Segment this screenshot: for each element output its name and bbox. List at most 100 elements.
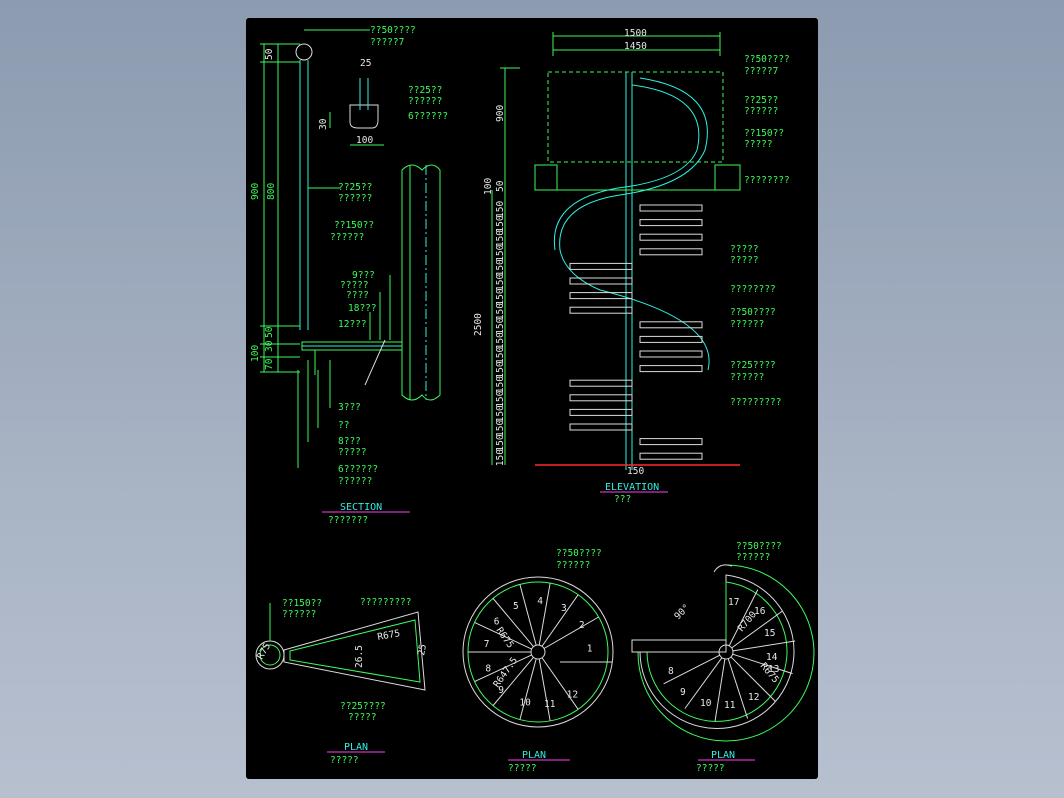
plan-tread-callout: ??150?? xyxy=(282,598,322,609)
plan-landing-step-number: 17 xyxy=(728,597,739,608)
elevation-callout: ???????? xyxy=(744,175,790,186)
section-callout: 8??? xyxy=(338,436,361,447)
stair-tread xyxy=(569,423,633,431)
section-callout: ??150?? xyxy=(334,220,374,231)
tread-line xyxy=(732,640,796,652)
section-callout: ???? xyxy=(346,290,369,301)
section-dimension: 30 xyxy=(264,340,275,352)
elevation-rise-label: 150 xyxy=(495,420,506,437)
stair-tread xyxy=(569,306,633,314)
stair-tread xyxy=(639,204,703,212)
elevation-rise-label: 150 xyxy=(495,230,506,247)
plan-circle-step-number: 4 xyxy=(537,596,543,607)
elevation-callout: ????? xyxy=(744,139,773,150)
section-dimension: 100 xyxy=(250,345,261,362)
tread-line xyxy=(538,582,551,646)
elevation-rise-label: 150 xyxy=(495,244,506,261)
elevation-top-dim: 1450 xyxy=(624,41,647,52)
section-dimension: 900 xyxy=(250,183,261,200)
section-callout: 3??? xyxy=(338,402,361,413)
elevation-callout: ????? xyxy=(730,244,759,255)
plan-circle-step-number: 2 xyxy=(579,620,585,631)
elevation-callout: ???????? xyxy=(730,284,776,295)
plan-circle-step-number: 11 xyxy=(544,699,556,710)
elevation-rise-label: 150 xyxy=(495,303,506,320)
elevation-callout: ??150?? xyxy=(744,128,784,139)
plan-tread-callout: ????? xyxy=(348,712,377,723)
section-dimension: 100 xyxy=(356,135,373,146)
plan-tread-dim: 25 xyxy=(416,643,429,656)
section-dimension: 25 xyxy=(360,58,371,69)
elevation-title: ELEVATION xyxy=(605,482,659,493)
section-callout: ??25?? xyxy=(338,182,372,193)
section-dimension: 800 xyxy=(266,183,277,200)
section-callout: ?????? xyxy=(338,193,372,204)
elevation-rise-label: 150 xyxy=(495,347,506,364)
cad-drawing: ??50?????????7??25????????6????????25???… xyxy=(250,25,815,774)
elevation-left-dim: 50 xyxy=(495,180,506,192)
elevation-callout: ??25???? xyxy=(730,360,776,371)
section-callout: ?????7 xyxy=(370,37,404,48)
section-subtitle: ??????? xyxy=(328,515,368,526)
tread-line xyxy=(519,584,537,646)
section-callout: 12??? xyxy=(338,319,367,330)
plan-landing-step-number: 12 xyxy=(748,692,759,703)
plan-tread-callout: ??25???? xyxy=(340,701,386,712)
section-callout: 6?????? xyxy=(338,464,378,475)
plan-circle-step-number: 10 xyxy=(519,698,531,709)
stair-tread xyxy=(639,452,703,460)
elevation-callout: ????????? xyxy=(730,397,781,408)
elevation-callout: ?????? xyxy=(744,106,778,117)
plan-circle-step-number: 5 xyxy=(513,601,519,612)
plan-landing-view xyxy=(631,564,815,761)
elevation-rise-label: 150 xyxy=(495,274,506,291)
plan-circle-radius: R675 xyxy=(494,625,516,650)
plan-landing-callout: ??50???? xyxy=(736,541,782,552)
plan-landing-callout: ?????? xyxy=(736,552,770,563)
elevation-left-dim: 2500 xyxy=(473,313,484,336)
plan-circle-step-number: 1 xyxy=(587,643,593,654)
section-callout: 18??? xyxy=(348,303,377,314)
tread-line xyxy=(714,658,726,722)
elevation-rise-label: 150 xyxy=(495,449,506,466)
stair-treads xyxy=(569,204,703,460)
stair-tread xyxy=(569,394,633,402)
plan-circle-callout: ?????? xyxy=(556,560,590,571)
elevation-bottom-dim: 150 xyxy=(627,466,644,477)
elevation-top-dim: 1500 xyxy=(624,28,647,39)
elevation-view xyxy=(491,32,741,493)
elevation-callout: ??25?? xyxy=(744,95,778,106)
plan-circle-step-number: 6 xyxy=(494,616,500,627)
stair-tread xyxy=(639,321,703,329)
section-dimension: 50 xyxy=(264,48,275,60)
section-callout: ?????? xyxy=(338,476,372,487)
plan-circle-step-number: 12 xyxy=(567,689,578,700)
plan-circle-step-number: 8 xyxy=(485,664,491,675)
plan-landing-step-number: 10 xyxy=(700,698,712,709)
section-callout: ?????? xyxy=(408,96,442,107)
plan-landing-step-number: 15 xyxy=(764,628,775,639)
stair-tread xyxy=(639,335,703,343)
plan-tread-dim: R675 xyxy=(377,628,401,643)
stair-tread xyxy=(639,219,703,227)
plan-landing-step-number: 8 xyxy=(668,666,674,677)
stair-tread xyxy=(639,365,703,373)
stair-tread xyxy=(569,379,633,387)
drawing-sheet: ??50???? ?????7 ??25???????? 6?????? ??25???… xyxy=(246,18,818,779)
plan-tread-dim: 26.5 xyxy=(354,645,365,668)
elevation-rise-label: 150 xyxy=(495,434,506,451)
plan-landing-title: PLAN xyxy=(711,750,735,761)
elevation-callout: ??50???? xyxy=(730,307,776,318)
elevation-left-dim: 900 xyxy=(495,105,506,122)
stair-tread xyxy=(569,292,633,300)
elevation-callout: ??50???? xyxy=(744,54,790,65)
section-dimension: 50 xyxy=(264,326,275,338)
elevation-rise-label: 150 xyxy=(495,201,506,218)
plan-landing-angle: 90° xyxy=(672,602,692,622)
plan-landing-step-number: 9 xyxy=(680,687,686,698)
stair-tread xyxy=(639,350,703,358)
elevation-callout: ?????? xyxy=(730,319,764,330)
plan-circle-title: PLAN xyxy=(522,750,546,761)
elevation-rise-label: 150 xyxy=(495,332,506,349)
elevation-rise-label: 150 xyxy=(495,405,506,422)
